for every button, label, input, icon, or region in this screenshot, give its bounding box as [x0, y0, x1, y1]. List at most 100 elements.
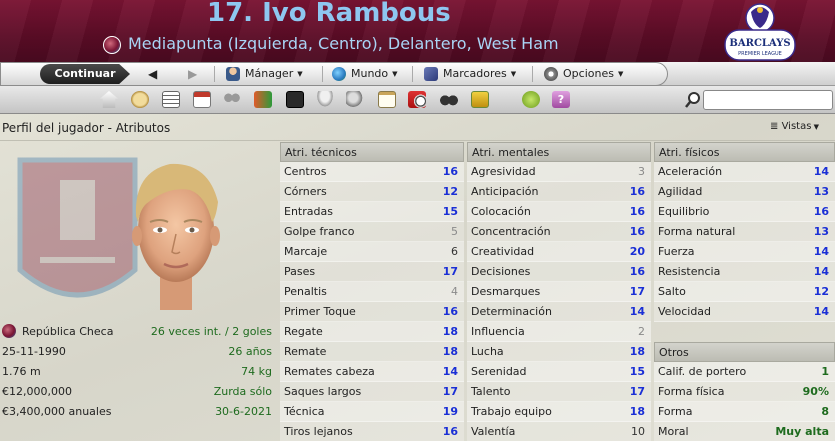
bread-icon[interactable] [131, 91, 149, 108]
attribute-row[interactable]: Equilibrio 16 [654, 202, 835, 222]
attribute-row[interactable]: Influencia 2 [467, 322, 651, 342]
bookmarks-menu-label: Marcadores [443, 67, 507, 80]
nav-separator [322, 66, 323, 82]
chevron-down-icon: ▼ [811, 123, 820, 131]
back-arrow-icon[interactable]: ◀ [148, 66, 157, 82]
attribute-name: Moral [658, 425, 689, 438]
question-icon[interactable]: ? [552, 91, 570, 108]
attribute-row[interactable]: Anticipación 16 [467, 182, 651, 202]
attribute-row[interactable]: Regate 18 [280, 322, 464, 342]
attribute-row[interactable]: Penaltis 4 [280, 282, 464, 302]
training-icon[interactable] [408, 91, 426, 108]
other-attributes-header[interactable]: Otros [654, 342, 835, 362]
tactics-icon[interactable] [286, 91, 304, 108]
attribute-row[interactable]: Colocación 16 [467, 202, 651, 222]
attribute-row[interactable]: Decisiones 16 [467, 262, 651, 282]
attribute-row[interactable]: Tiros lejanos 16 [280, 422, 464, 441]
attribute-name: Concentración [471, 225, 551, 238]
attribute-name: Remate [284, 345, 327, 358]
attribute-name: Primer Toque [284, 305, 356, 318]
attribute-row[interactable]: Remate 18 [280, 342, 464, 362]
clipboard-icon[interactable] [378, 91, 396, 108]
attribute-value: 14 [813, 165, 829, 178]
attribute-row[interactable]: Forma física 90% [654, 382, 835, 402]
attribute-row[interactable]: Determinación 14 [467, 302, 651, 322]
attribute-value: 14 [813, 245, 829, 258]
attribute-row[interactable]: Forma 8 [654, 402, 835, 422]
staff-icon[interactable] [346, 91, 364, 108]
attribute-row[interactable]: Agresividad 3 [467, 162, 651, 182]
attribute-name: Regate [284, 325, 323, 338]
attribute-row[interactable]: Serenidad 15 [467, 362, 651, 382]
scouting-icon[interactable] [440, 91, 458, 108]
attribute-value: 90% [802, 385, 829, 398]
attribute-value: 18 [629, 405, 645, 418]
attribute-row[interactable]: Concentración 16 [467, 222, 651, 242]
birth-date: 25-11-1990 [2, 345, 66, 358]
attribute-row[interactable]: Pases 17 [280, 262, 464, 282]
attribute-row[interactable]: Marcaje 6 [280, 242, 464, 262]
preferred-foot: Zurda sólo [213, 385, 272, 398]
physical-attributes-header[interactable]: Atri. físicos [654, 142, 835, 162]
attribute-row[interactable]: Calif. de portero 1 [654, 362, 835, 382]
attribute-value: 16 [629, 205, 645, 218]
attribute-value: 10 [631, 425, 645, 438]
options-menu[interactable]: Opciones ▼ [544, 66, 623, 82]
info-row-body: 1.76 m 74 kg [0, 362, 276, 382]
attribute-row[interactable]: Lucha 18 [467, 342, 651, 362]
attribute-row[interactable]: Resistencia 14 [654, 262, 835, 282]
attribute-name: Fuerza [658, 245, 695, 258]
attribute-name: Talento [471, 385, 511, 398]
attribute-row[interactable]: Córners 12 [280, 182, 464, 202]
views-menu[interactable]: ≣ Vistas ▼ [770, 121, 819, 132]
attribute-row[interactable]: Moral Muy alta [654, 422, 835, 441]
forward-arrow-icon[interactable]: ▶ [188, 66, 197, 82]
league-logo-text: BARCLAYS [729, 38, 790, 49]
attribute-row[interactable]: Velocidad 14 [654, 302, 835, 322]
news-icon[interactable] [162, 91, 180, 108]
squad-icon[interactable] [223, 91, 241, 108]
calendar-icon[interactable] [193, 91, 211, 108]
attribute-row[interactable]: Saques largos 17 [280, 382, 464, 402]
attribute-row[interactable]: Técnica 19 [280, 402, 464, 422]
attribute-row[interactable]: Fuerza 14 [654, 242, 835, 262]
attribute-row[interactable]: Salto 12 [654, 282, 835, 302]
market-value: €12,000,000 [2, 385, 72, 398]
attribute-row[interactable]: Aceleración 14 [654, 162, 835, 182]
bookmarks-menu[interactable]: Marcadores ▼ [424, 66, 516, 82]
world-menu[interactable]: Mundo ▼ [332, 66, 398, 82]
attribute-row[interactable]: Trabajo equipo 18 [467, 402, 651, 422]
height: 1.76 m [2, 365, 41, 378]
attribute-value: 13 [813, 225, 829, 238]
attribute-value: 8 [821, 405, 829, 418]
continue-button[interactable]: Continuar [40, 64, 130, 84]
attribute-value: 16 [629, 185, 645, 198]
club-badge-icon[interactable] [103, 36, 121, 54]
attribute-row[interactable]: Entradas 15 [280, 202, 464, 222]
nationality[interactable]: República Checa [22, 325, 113, 338]
transfer-icon[interactable] [254, 91, 272, 108]
attribute-name: Tiros lejanos [284, 425, 353, 438]
attribute-value: 6 [451, 245, 458, 258]
trophy-icon[interactable] [316, 91, 334, 108]
finances-icon[interactable] [471, 91, 489, 108]
mental-attributes-header[interactable]: Atri. mentales [467, 142, 651, 162]
attribute-row[interactable]: Creatividad 20 [467, 242, 651, 262]
attribute-row[interactable]: Desmarques 17 [467, 282, 651, 302]
attribute-row[interactable]: Primer Toque 16 [280, 302, 464, 322]
attribute-name: Trabajo equipo [471, 405, 552, 418]
weight: 74 kg [241, 365, 272, 378]
attribute-row[interactable]: Talento 17 [467, 382, 651, 402]
player-position-club[interactable]: Mediapunta (Izquierda, Centro), Delanter… [128, 34, 559, 53]
technical-attributes-header[interactable]: Atri. técnicos [280, 142, 464, 162]
attribute-row[interactable]: Forma natural 13 [654, 222, 835, 242]
attribute-row[interactable]: Valentía 10 [467, 422, 651, 441]
attribute-row[interactable]: Agilidad 13 [654, 182, 835, 202]
page-title: 17. Ivo Rambous [207, 0, 451, 28]
help-icon[interactable] [522, 91, 540, 108]
manager-menu[interactable]: Mánager ▼ [226, 66, 303, 82]
attribute-row[interactable]: Golpe franco 5 [280, 222, 464, 242]
search-input[interactable] [703, 90, 833, 110]
attribute-row[interactable]: Remates cabeza 14 [280, 362, 464, 382]
attribute-row[interactable]: Centros 16 [280, 162, 464, 182]
